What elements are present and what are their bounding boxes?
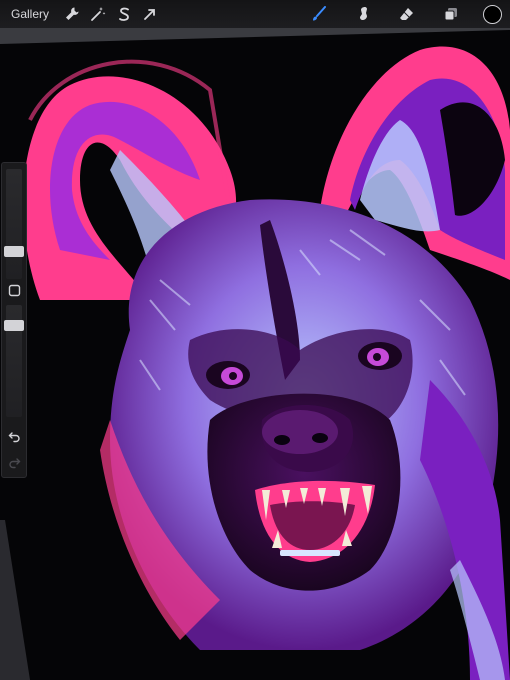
actions-button[interactable] (59, 1, 85, 27)
gallery-button[interactable]: Gallery (11, 7, 49, 21)
modify-button[interactable] (4, 281, 24, 299)
current-color-swatch[interactable] (483, 4, 502, 24)
layers-button[interactable] (431, 1, 471, 27)
smudge-icon (360, 7, 367, 20)
square-icon (8, 284, 20, 296)
transform-button[interactable] (137, 1, 163, 27)
painting-tools (299, 1, 506, 27)
arrow-cursor-icon (144, 9, 155, 20)
layers-icon (444, 8, 457, 21)
wrench-icon (66, 7, 79, 20)
adjustments-button[interactable] (85, 1, 111, 27)
top-toolbar: Gallery (0, 0, 510, 28)
undo-icon (8, 431, 20, 442)
smudge-button[interactable] (343, 1, 383, 27)
left-sidebar (1, 162, 27, 478)
selection-s-icon (119, 7, 129, 21)
magic-wand-icon (91, 7, 106, 21)
redo-button[interactable] (4, 453, 24, 471)
brush-button[interactable] (299, 1, 339, 27)
brush-icon (313, 6, 326, 21)
painting-canvas[interactable] (0, 0, 510, 680)
brush-size-thumb[interactable] (4, 246, 24, 258)
undo-button[interactable] (4, 427, 24, 445)
redo-icon (8, 457, 20, 468)
selection-button[interactable] (111, 1, 137, 27)
eraser-icon (400, 8, 413, 20)
brush-size-slider[interactable] (6, 169, 22, 279)
opacity-thumb[interactable] (4, 320, 24, 332)
eraser-button[interactable] (387, 1, 427, 27)
